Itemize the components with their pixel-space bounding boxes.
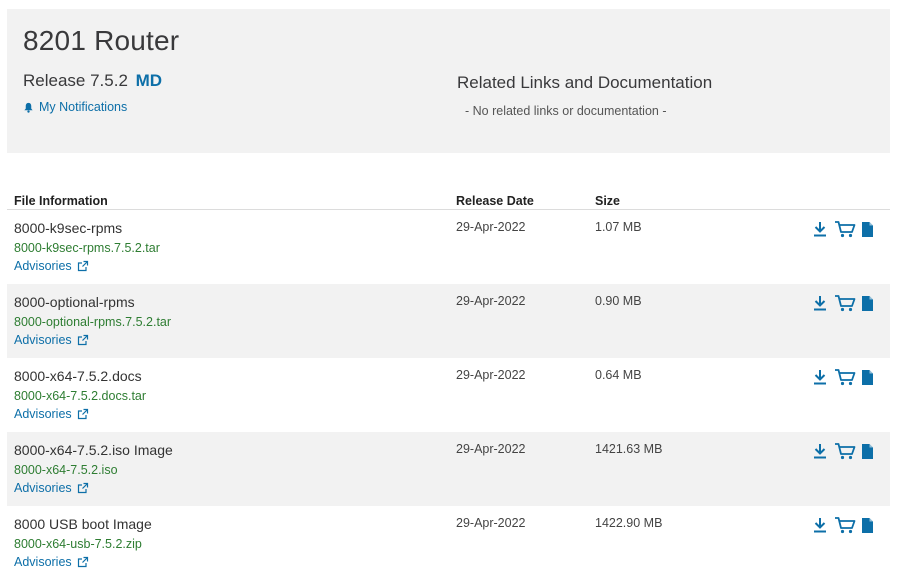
my-notifications-label: My Notifications — [39, 100, 128, 114]
external-link-icon — [72, 482, 89, 494]
advisories-link[interactable]: Advisories — [14, 259, 89, 273]
advisories-link[interactable]: Advisories — [14, 407, 89, 421]
release-date: 29-Apr-2022 — [456, 442, 526, 456]
download-icon[interactable] — [812, 294, 828, 312]
header-size: Size — [595, 194, 621, 208]
bell-icon — [24, 102, 33, 113]
table-row: 8000-x64-7.5.2.iso Image 8000-x64-7.5.2.i… — [7, 432, 890, 506]
header-file-information: File Information — [14, 194, 108, 208]
header-release-date: Release Date — [456, 194, 534, 208]
download-icon[interactable] — [812, 220, 828, 238]
row-actions — [812, 294, 874, 312]
product-title: 8201 Router — [23, 25, 180, 56]
external-link-icon — [72, 556, 89, 568]
cart-icon[interactable] — [834, 368, 856, 386]
file-name: 8000-optional-rpms — [14, 294, 135, 310]
document-icon[interactable] — [861, 443, 874, 460]
my-notifications-link[interactable]: My Notifications — [23, 100, 127, 114]
external-link-icon — [72, 260, 89, 272]
download-icon[interactable] — [812, 516, 828, 534]
table-row: 8000-k9sec-rpms 8000-k9sec-rpms.7.5.2.tar… — [7, 210, 890, 284]
row-actions — [812, 516, 874, 534]
advisories-label: Advisories — [14, 481, 72, 495]
external-link-icon — [72, 408, 89, 420]
table-row: 8000-x64-7.5.2.docs 8000-x64-7.5.2.docs.t… — [7, 358, 890, 432]
file-link[interactable]: 8000-x64-7.5.2.iso — [14, 463, 118, 477]
product-header-panel: 8201 Router Release 7.5.2 MD My Notifica… — [7, 9, 890, 153]
release-date: 29-Apr-2022 — [456, 368, 526, 382]
table-row: 8000-optional-rpms 8000-optional-rpms.7.5… — [7, 284, 890, 358]
file-size: 1422.90 MB — [595, 516, 663, 530]
advisories-label: Advisories — [14, 333, 72, 347]
row-actions — [812, 442, 874, 460]
file-link[interactable]: 8000-k9sec-rpms.7.5.2.tar — [14, 241, 160, 255]
row-actions — [812, 368, 874, 386]
file-table-header: File Information Release Date Size — [7, 190, 890, 210]
download-icon[interactable] — [812, 442, 828, 460]
file-link[interactable]: 8000-x64-usb-7.5.2.zip — [14, 537, 142, 551]
file-link[interactable]: 8000-optional-rpms.7.5.2.tar — [14, 315, 171, 329]
file-size: 1.07 MB — [595, 220, 642, 234]
file-size: 0.90 MB — [595, 294, 642, 308]
file-link[interactable]: 8000-x64-7.5.2.docs.tar — [14, 389, 146, 403]
related-links-title: Related Links and Documentation — [457, 73, 713, 92]
file-name: 8000 USB boot Image — [14, 516, 152, 532]
advisories-label: Advisories — [14, 555, 72, 569]
release-date: 29-Apr-2022 — [456, 516, 526, 530]
file-name: 8000-k9sec-rpms — [14, 220, 123, 236]
advisories-link[interactable]: Advisories — [14, 481, 89, 495]
download-icon[interactable] — [812, 368, 828, 386]
file-size: 0.64 MB — [595, 368, 642, 382]
document-icon[interactable] — [861, 369, 874, 386]
document-icon[interactable] — [861, 517, 874, 534]
cart-icon[interactable] — [834, 220, 856, 238]
release-tag[interactable]: MD — [136, 71, 162, 90]
related-links-empty: - No related links or documentation - — [465, 104, 667, 118]
release-line: Release 7.5.2 MD — [23, 71, 162, 91]
advisories-label: Advisories — [14, 407, 72, 421]
advisories-label: Advisories — [14, 259, 72, 273]
cart-icon[interactable] — [834, 294, 856, 312]
file-name: 8000-x64-7.5.2.iso Image — [14, 442, 173, 458]
document-icon[interactable] — [861, 295, 874, 312]
table-row: 8000 USB boot Image 8000-x64-usb-7.5.2.zi… — [7, 506, 890, 580]
release-label: Release 7.5.2 — [23, 71, 128, 90]
file-size: 1421.63 MB — [595, 442, 663, 456]
release-date: 29-Apr-2022 — [456, 294, 526, 308]
advisories-link[interactable]: Advisories — [14, 333, 89, 347]
cart-icon[interactable] — [834, 516, 856, 534]
external-link-icon — [72, 334, 89, 346]
release-date: 29-Apr-2022 — [456, 220, 526, 234]
advisories-link[interactable]: Advisories — [14, 555, 89, 569]
file-name: 8000-x64-7.5.2.docs — [14, 368, 142, 384]
document-icon[interactable] — [861, 221, 874, 238]
row-actions — [812, 220, 874, 238]
cart-icon[interactable] — [834, 442, 856, 460]
